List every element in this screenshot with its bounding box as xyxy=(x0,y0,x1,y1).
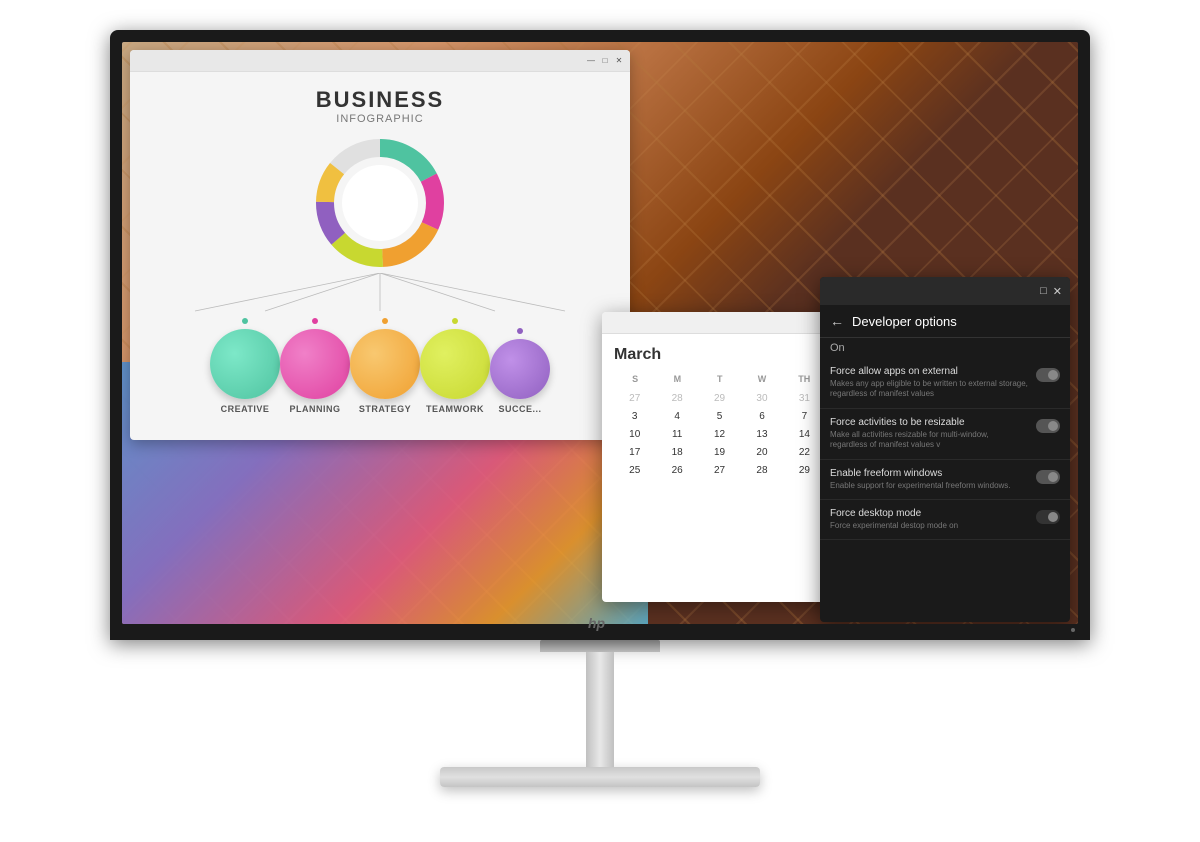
circle-ball-success xyxy=(490,339,550,399)
maximize-button[interactable]: □ xyxy=(600,56,610,66)
circle-dot-creative xyxy=(242,318,248,324)
cal-cell[interactable]: 29 xyxy=(784,462,825,479)
dev-option-desktop-mode: Force desktop mode Force experimental de… xyxy=(820,500,1070,540)
power-led xyxy=(1071,628,1075,632)
dev-option-desc: Makes any app eligible to be written to … xyxy=(830,379,1028,400)
cal-cell[interactable]: 26 xyxy=(656,462,697,479)
toggle-freeform[interactable] xyxy=(1036,470,1060,484)
cal-cell[interactable]: 11 xyxy=(656,426,697,443)
toggle-force-external[interactable] xyxy=(1036,368,1060,382)
stand-neck xyxy=(586,652,614,767)
dev-option-desc: Enable support for experimental freeform… xyxy=(830,481,1028,491)
cal-cell[interactable]: 25 xyxy=(614,462,655,479)
cal-header-s1: S xyxy=(614,372,656,386)
minimize-button[interactable]: — xyxy=(586,56,596,66)
cal-cell[interactable]: 13 xyxy=(741,426,782,443)
cal-cell[interactable]: 28 xyxy=(656,390,697,407)
circle-item-teamwork: TEAMWORK xyxy=(420,318,490,414)
stand-base xyxy=(440,767,760,787)
cal-cell[interactable]: 29 xyxy=(699,390,740,407)
dev-option-text: Force desktop mode Force experimental de… xyxy=(830,508,1028,531)
connector-lines xyxy=(150,273,610,313)
monitor-stand xyxy=(440,640,760,787)
cal-cell[interactable]: 12 xyxy=(699,426,740,443)
circle-label-creative: CREATIVE xyxy=(221,404,270,414)
cal-cell[interactable]: 27 xyxy=(614,390,655,407)
circle-ball-teamwork xyxy=(420,329,490,399)
circle-dot-success xyxy=(517,328,523,334)
cal-cell[interactable]: 27 xyxy=(699,462,740,479)
dev-option-text: Force activities to be resizable Make al… xyxy=(830,417,1028,451)
cal-header-m: M xyxy=(656,372,698,386)
infographic-content: BUSINESS INFOGRAPHIC xyxy=(130,72,630,429)
cal-header-t1: T xyxy=(699,372,741,386)
cal-cell[interactable]: 22 xyxy=(784,444,825,461)
circle-dot-teamwork xyxy=(452,318,458,324)
dev-option-title: Force activities to be resizable xyxy=(830,417,1028,428)
toggle-force-resizable[interactable] xyxy=(1036,419,1060,433)
developer-options-window[interactable]: □ ✕ ← Developer options On Force allow a… xyxy=(820,277,1070,622)
infographic-window[interactable]: — □ ✕ BUSINESS INFOGRAPHIC xyxy=(130,50,630,440)
dev-maximize-button[interactable]: □ xyxy=(1040,285,1047,297)
cal-cell[interactable]: 20 xyxy=(741,444,782,461)
business-title: BUSINESS INFOGRAPHIC xyxy=(316,87,444,125)
donut-chart xyxy=(315,138,445,268)
cal-cell[interactable]: 10 xyxy=(614,426,655,443)
circle-item-planning: PLANNING xyxy=(280,318,350,414)
cal-cell[interactable]: 28 xyxy=(741,462,782,479)
circle-ball-planning xyxy=(280,329,350,399)
monitor-screen: — □ ✕ BUSINESS INFOGRAPHIC xyxy=(122,42,1078,624)
circle-label-planning: PLANNING xyxy=(290,404,341,414)
dev-titlebar: □ ✕ xyxy=(820,277,1070,305)
dev-option-freeform: Enable freeform windows Enable support f… xyxy=(820,460,1070,500)
circle-ball-strategy xyxy=(350,329,420,399)
back-arrow-icon[interactable]: ← xyxy=(830,313,844,329)
dev-option-force-external: Force allow apps on external Makes any a… xyxy=(820,358,1070,409)
dev-option-text: Enable freeform windows Enable support f… xyxy=(830,468,1028,491)
monitor-container: — □ ✕ BUSINESS INFOGRAPHIC xyxy=(0,0,1200,842)
toggle-desktop-mode[interactable] xyxy=(1036,510,1060,524)
cal-cell[interactable]: 14 xyxy=(784,426,825,443)
stand-top-connector xyxy=(540,640,660,652)
dev-close-button[interactable]: ✕ xyxy=(1053,285,1062,298)
cal-cell[interactable]: 4 xyxy=(656,408,697,425)
circle-item-success: SUCCE... xyxy=(490,328,550,414)
cal-header-w: W xyxy=(741,372,783,386)
cal-cell[interactable]: 3 xyxy=(614,408,655,425)
dev-option-title: Force allow apps on external xyxy=(830,366,1028,377)
circle-label-success: SUCCE... xyxy=(498,404,541,414)
hp-logo: hp xyxy=(588,615,612,634)
circle-ball-creative xyxy=(210,329,280,399)
dev-option-force-resizable: Force activities to be resizable Make al… xyxy=(820,409,1070,460)
circle-item-creative: CREATIVE xyxy=(210,318,280,414)
cal-cell[interactable]: 31 xyxy=(784,390,825,407)
business-heading: BUSINESS xyxy=(316,87,444,113)
cal-cell[interactable]: 30 xyxy=(741,390,782,407)
circle-label-strategy: STRATEGY xyxy=(359,404,411,414)
cal-cell[interactable]: 7 xyxy=(784,408,825,425)
dev-option-title: Force desktop mode xyxy=(830,508,1028,519)
dev-option-text: Force allow apps on external Makes any a… xyxy=(830,366,1028,400)
dev-header: ← Developer options xyxy=(820,305,1070,338)
cal-cell[interactable]: 19 xyxy=(699,444,740,461)
dev-option-desc: Make all activities resizable for multi-… xyxy=(830,430,1028,451)
cal-cell[interactable]: 6 xyxy=(741,408,782,425)
cal-cell[interactable]: 18 xyxy=(656,444,697,461)
dev-option-desc: Force experimental destop mode on xyxy=(830,521,1028,531)
dev-option-title: Enable freeform windows xyxy=(830,468,1028,479)
close-button[interactable]: ✕ xyxy=(614,56,624,66)
circles-row: CREATIVE PLANNING STRATEGY xyxy=(200,318,560,414)
cal-cell[interactable]: 5 xyxy=(699,408,740,425)
infographic-titlebar: — □ ✕ xyxy=(130,50,630,72)
dev-window-title: Developer options xyxy=(852,314,957,329)
circle-item-strategy: STRATEGY xyxy=(350,318,420,414)
circle-dot-planning xyxy=(312,318,318,324)
svg-text:hp: hp xyxy=(588,615,606,631)
cal-cell[interactable]: 17 xyxy=(614,444,655,461)
business-subtitle: INFOGRAPHIC xyxy=(316,113,444,125)
circle-label-teamwork: TEAMWORK xyxy=(426,404,484,414)
monitor-bezel: — □ ✕ BUSINESS INFOGRAPHIC xyxy=(110,30,1090,640)
dev-on-label: On xyxy=(820,338,1070,358)
circle-dot-strategy xyxy=(382,318,388,324)
